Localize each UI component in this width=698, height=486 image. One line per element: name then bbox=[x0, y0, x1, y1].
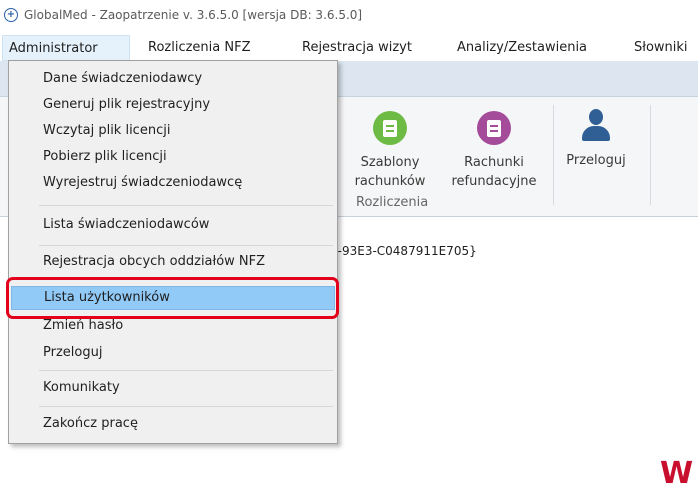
menu-item-lista-swiadczeniodawcow[interactable]: Lista świadczeniodawców bbox=[11, 213, 335, 237]
menu-item-komunikaty[interactable]: Komunikaty bbox=[11, 376, 335, 400]
menu-separator bbox=[39, 406, 333, 407]
logo-fragment: W bbox=[660, 456, 694, 486]
menu-item-rejestracja-obcych-oddzialow[interactable]: Rejestracja obcych oddziałów NFZ bbox=[11, 250, 335, 274]
menu-item-zakoncz-prace[interactable]: Zakończ pracę bbox=[11, 412, 335, 436]
menu-analizy-zestawienia[interactable]: Analizy/Zestawienia bbox=[457, 40, 587, 55]
title-bar: + GlobalMed - Zaopatrzenie v. 3.6.5.0 [w… bbox=[0, 0, 698, 30]
menu-separator bbox=[39, 370, 333, 371]
menu-item-wczytaj-plik-licencji[interactable]: Wczytaj plik licencji bbox=[11, 119, 335, 143]
rachunki-refundacyjne-button[interactable]: Rachunki refundacyjne bbox=[444, 111, 544, 191]
menu-rozliczenia-nfz[interactable]: Rozliczenia NFZ bbox=[148, 40, 250, 55]
button-label-line1: Przeloguj bbox=[566, 153, 626, 168]
button-label-line1: Szablony bbox=[360, 155, 420, 170]
ribbon-separator bbox=[650, 105, 651, 205]
menu-bar: Administrator Rozliczenia NFZ Rejestracj… bbox=[0, 35, 698, 61]
menu-administrator[interactable]: Administrator bbox=[2, 35, 130, 61]
license-guid-text: 3-93E3-C0487911E705} bbox=[330, 244, 477, 258]
administrator-dropdown-menu: Dane świadczeniodawcy Generuj plik rejes… bbox=[8, 60, 338, 444]
button-label-line2: refundacyjne bbox=[451, 174, 537, 189]
purple-document-icon bbox=[477, 111, 511, 145]
menu-item-dane-swiadczeniodawcy[interactable]: Dane świadczeniodawcy bbox=[11, 67, 335, 91]
menu-separator bbox=[39, 245, 333, 246]
menu-item-pobierz-plik-licencji[interactable]: Pobierz plik licencji bbox=[11, 145, 335, 169]
menu-rejestracja-wizyt[interactable]: Rejestracja wizyt bbox=[302, 40, 412, 55]
highlight-annotation-box bbox=[6, 277, 339, 319]
ribbon-group-label: Rozliczenia bbox=[356, 195, 429, 210]
menu-item-generuj-plik-rejestracyjny[interactable]: Generuj plik rejestracyjny bbox=[11, 93, 335, 117]
button-label-line2: rachunków bbox=[354, 174, 426, 189]
window-title: GlobalMed - Zaopatrzenie v. 3.6.5.0 [wer… bbox=[24, 8, 363, 22]
menu-item-przeloguj[interactable]: Przeloguj bbox=[11, 341, 335, 365]
menu-separator bbox=[39, 205, 333, 206]
button-label-line1: Rachunki bbox=[464, 155, 524, 170]
szablony-rachunkow-button[interactable]: Szablony rachunków bbox=[350, 111, 430, 191]
user-icon bbox=[579, 109, 613, 143]
green-document-icon bbox=[373, 111, 407, 145]
przeloguj-ribbon-button[interactable]: Przeloguj bbox=[560, 109, 632, 170]
ribbon-separator bbox=[553, 105, 554, 205]
menu-slowniki[interactable]: Słowniki bbox=[634, 40, 688, 55]
menu-item-wyrejestruj-swiadczeniodawce[interactable]: Wyrejestruj świadczeniodawcę bbox=[11, 171, 335, 195]
app-logo-icon: + bbox=[4, 8, 18, 22]
